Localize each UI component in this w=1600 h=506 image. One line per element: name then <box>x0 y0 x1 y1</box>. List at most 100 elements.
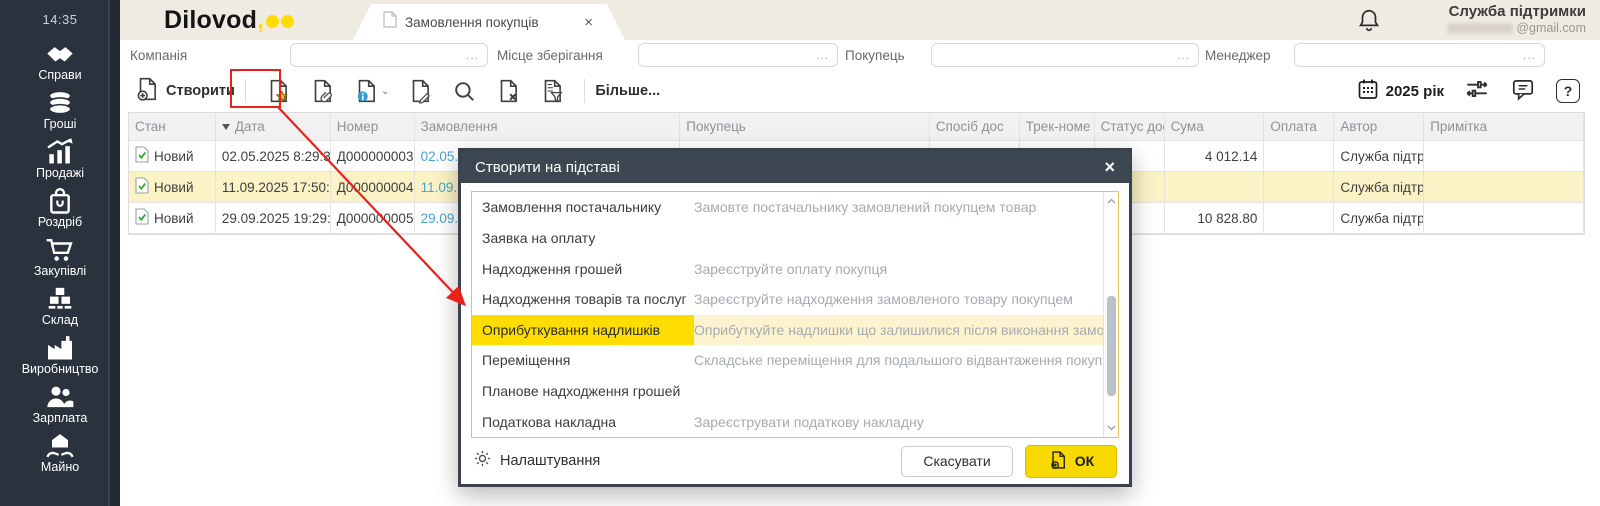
buyer-picker-button[interactable]: ... <box>1177 48 1198 62</box>
storage-picker-button[interactable]: ... <box>816 48 837 62</box>
column-header-status[interactable]: Статус дос <box>1095 113 1165 140</box>
toolbar: Створити ⌄ Більше... 2025 рік ? <box>120 70 1600 112</box>
user-email: @gmail.com <box>1447 21 1586 35</box>
manager-input[interactable] <box>1295 44 1523 66</box>
doc-check-icon <box>135 177 149 197</box>
option-surplus-posting[interactable]: Оприбуткування надлишківОприбуткуйте над… <box>472 315 1103 346</box>
doc-check-icon <box>135 208 149 228</box>
sidebar-item-zarplata[interactable]: Зарплата <box>8 380 112 429</box>
tab-orders[interactable]: Замовлення покупців × <box>353 4 625 40</box>
create-based-on-button[interactable] <box>256 78 300 104</box>
blurred-email-part <box>1447 23 1513 34</box>
company-picker-button[interactable]: ... <box>466 48 487 62</box>
coins-icon <box>44 89 76 116</box>
more-button[interactable]: Більше... <box>595 83 660 99</box>
table-header-row: Стан Дата Номер Замовлення Покупець Спос… <box>129 113 1584 141</box>
help-button[interactable]: ? <box>1556 79 1580 103</box>
gear-icon <box>473 449 492 473</box>
sidebar-item-maino[interactable]: Майно <box>8 429 112 478</box>
option-transfer[interactable]: ПереміщенняСкладське переміщення для под… <box>472 345 1103 376</box>
property-icon <box>44 432 76 459</box>
calendar-icon <box>1356 77 1380 106</box>
delete-document-button[interactable] <box>486 78 530 104</box>
document-info-button[interactable]: ⌄ <box>344 78 398 104</box>
manager-field[interactable]: ... <box>1294 43 1545 67</box>
sidebar-item-prodazhi[interactable]: Продажі <box>8 135 112 184</box>
create-based-on-dialog: Створити на підставі × Замовлення постач… <box>458 148 1132 487</box>
sidebar-nav: Справи Гроші Продажі Роздріб Закупівлі С… <box>0 37 120 478</box>
column-header-buyer[interactable]: Покупець <box>680 113 930 140</box>
column-header-track[interactable]: Трек-номе <box>1020 113 1095 140</box>
attach-document-button[interactable] <box>300 78 344 104</box>
buyer-label: Покупець <box>845 48 905 63</box>
buyer-input[interactable] <box>932 44 1177 66</box>
company-field[interactable]: ... <box>290 43 488 67</box>
storage-input[interactable] <box>639 44 816 66</box>
option-planned-money-receipt[interactable]: Планове надходження грошей <box>472 376 1103 407</box>
column-header-number[interactable]: Номер <box>331 113 415 140</box>
dialog-options-list: Замовлення постачальникуЗамовте постачал… <box>471 191 1119 438</box>
dialog-title: Створити на підставі <box>475 159 620 176</box>
sales-chart-icon <box>44 138 76 165</box>
buyer-field[interactable]: ... <box>931 43 1199 67</box>
column-header-author[interactable]: Автор <box>1334 113 1424 140</box>
sidebar-item-spravy[interactable]: Справи <box>8 37 112 86</box>
year-selector[interactable]: 2025 рік <box>1356 77 1444 106</box>
dialog-close-icon[interactable]: × <box>1104 158 1115 176</box>
cancel-button[interactable]: Скасувати <box>901 446 1013 477</box>
column-header-order[interactable]: Замовлення <box>415 113 681 140</box>
sidebar-item-sklad[interactable]: Склад <box>8 282 112 331</box>
filter-document-button[interactable] <box>530 78 574 104</box>
sidebar-item-zakupivli[interactable]: Закупівлі <box>8 233 112 282</box>
column-header-state[interactable]: Стан <box>129 113 216 140</box>
column-header-delivery[interactable]: Спосіб дос <box>930 113 1020 140</box>
tab-close-icon[interactable]: × <box>582 14 595 31</box>
scroll-up-icon[interactable] <box>1104 194 1118 208</box>
notifications-bell-icon[interactable] <box>1356 7 1382 38</box>
user-name: Служба підтримки <box>1447 3 1586 20</box>
tab-title: Замовлення покупців <box>405 15 539 30</box>
dialog-header[interactable]: Створити на підставі × <box>461 151 1129 183</box>
dilovod-logo: Dilovod, <box>164 6 294 35</box>
sort-desc-icon <box>222 124 230 130</box>
option-payment-request[interactable]: Заявка на оплату <box>472 223 1103 254</box>
create-button[interactable]: Створити <box>134 76 235 107</box>
create-document-icon <box>1048 450 1068 473</box>
option-goods-receipt[interactable]: Надходження товарів та послугЗареєструйт… <box>472 284 1103 315</box>
option-supplier-order[interactable]: Замовлення постачальникуЗамовте постачал… <box>472 192 1103 223</box>
clock: 14:35 <box>0 0 120 27</box>
column-header-payment[interactable]: Оплата <box>1264 113 1334 140</box>
manager-picker-button[interactable]: ... <box>1523 48 1544 62</box>
sidebar-item-rozdrib[interactable]: Роздріб <box>8 184 112 233</box>
user-account[interactable]: Служба підтримки @gmail.com <box>1447 3 1586 35</box>
company-input[interactable] <box>291 44 466 66</box>
comments-icon[interactable] <box>1510 76 1536 107</box>
sidebar: 14:35 Справи Гроші Продажі Роздріб Закуп… <box>0 0 120 506</box>
edit-document-button[interactable] <box>398 78 442 104</box>
company-label: Компанія <box>130 48 187 63</box>
storage-label: Місце зберігання <box>497 48 603 63</box>
scroll-down-icon[interactable] <box>1104 421 1118 435</box>
shopping-bag-icon <box>44 187 76 214</box>
settings-button[interactable]: Налаштування <box>473 449 600 473</box>
ok-button[interactable]: ОК <box>1025 445 1117 478</box>
option-money-receipt[interactable]: Надходження грошейЗареєструйте оплату по… <box>472 253 1103 284</box>
view-settings-icon[interactable] <box>1464 76 1490 107</box>
column-header-note[interactable]: Примітка <box>1424 113 1584 140</box>
manager-label: Менеджер <box>1205 48 1271 63</box>
doc-check-icon <box>135 146 149 166</box>
column-header-sum[interactable]: Сума <box>1165 113 1265 140</box>
column-header-date[interactable]: Дата <box>216 113 331 140</box>
sidebar-item-hroshi[interactable]: Гроші <box>8 86 112 135</box>
cart-icon <box>44 236 76 263</box>
toolbar-right: 2025 рік ? <box>1356 76 1600 107</box>
create-document-icon <box>134 76 160 107</box>
search-button[interactable] <box>442 78 486 104</box>
option-tax-invoice[interactable]: Податкова накладнаЗареєструвати податков… <box>472 406 1103 437</box>
sidebar-item-vyrobnytstvo[interactable]: Виробництво <box>8 331 112 380</box>
sidebar-scroll-strip[interactable] <box>108 0 120 506</box>
document-icon <box>383 11 397 33</box>
dialog-scrollbar[interactable] <box>1103 192 1118 437</box>
storage-field[interactable]: ... <box>638 43 838 67</box>
scrollbar-thumb[interactable] <box>1107 296 1116 396</box>
